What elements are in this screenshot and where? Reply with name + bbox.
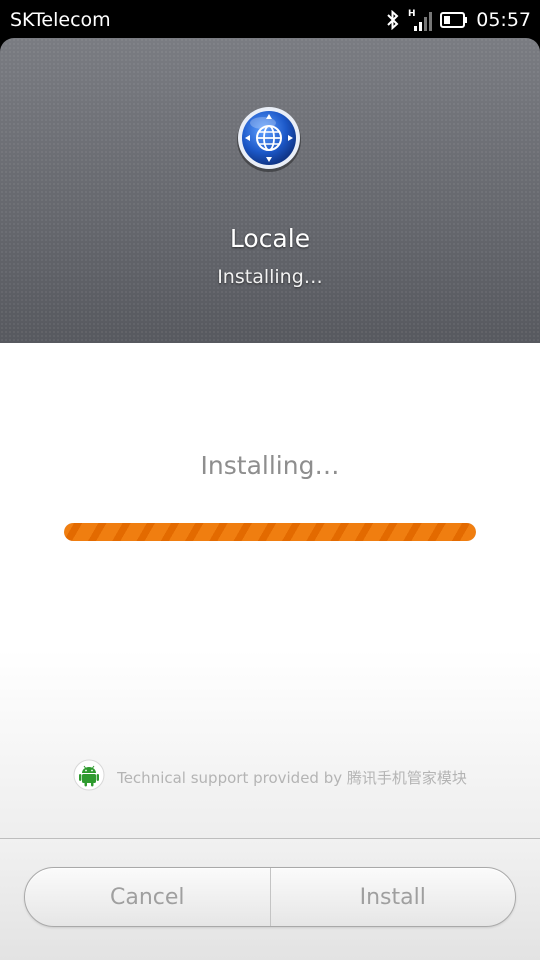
status-bar: SKTelecom H 05:57 [0, 0, 540, 40]
battery-icon [440, 12, 468, 28]
status-icons: H 05:57 [386, 6, 531, 34]
android-icon [73, 759, 105, 795]
carrier-name: SKTelecom [10, 9, 111, 31]
signal-icon: H [408, 8, 433, 32]
globe-compass-icon [236, 106, 302, 172]
install-header: Locale Installing… [0, 38, 540, 343]
cancel-button[interactable]: Cancel [25, 868, 270, 926]
bluetooth-icon [386, 10, 400, 30]
action-buttons: Cancel Install [24, 867, 516, 927]
progress-fill [64, 523, 476, 541]
support-text: Technical support provided by 腾讯手机管家模块 [117, 768, 467, 787]
support-row: Technical support provided by 腾讯手机管家模块 [0, 759, 540, 795]
network-type: H [408, 9, 416, 19]
install-progress-panel: Installing… Technical support provided b… [0, 343, 540, 838]
clock: 05:57 [476, 9, 531, 31]
progress-label: Installing… [200, 451, 340, 480]
header-install-status: Installing… [217, 266, 323, 288]
install-button[interactable]: Install [271, 868, 516, 926]
progress-bar [64, 523, 476, 541]
footer: Cancel Install [0, 838, 540, 960]
app-name: Locale [229, 224, 311, 253]
